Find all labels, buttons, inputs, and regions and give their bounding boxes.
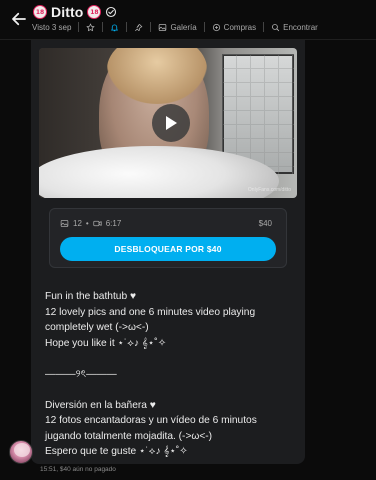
message-line — [45, 382, 295, 398]
purchases-label: Compras — [223, 22, 257, 32]
pin-icon — [135, 23, 143, 31]
video-duration: 6:17 — [105, 219, 122, 228]
gallery-label: Galería — [170, 22, 197, 32]
video-icon — [93, 220, 102, 227]
photo-count: 12 — [73, 219, 82, 228]
message-line: completely wet (->ω<-) — [45, 322, 149, 333]
gallery-button[interactable]: Galería — [158, 22, 197, 32]
message-line: 12 fotos encantadoras y un vídeo de 6 mi… — [45, 415, 257, 426]
star-icon — [86, 22, 96, 31]
divider — [78, 22, 80, 32]
message-line: jugando totalmente mojadita. (->ω<-) — [45, 430, 213, 442]
message-line: Diversión en la bañera ♥ — [45, 399, 156, 411]
play-button[interactable] — [152, 104, 190, 142]
media-counts: 12 • 6:17 — [60, 219, 121, 228]
favorite-button[interactable] — [86, 22, 96, 32]
image-icon — [60, 220, 69, 227]
divider — [102, 22, 104, 32]
message-bubble: OnlyFans.com/ditto 12 • 6:17 $40 DESBLOQ… — [31, 40, 305, 464]
chat-header: 18 Ditto 18 Visto 3 sep Galería Compras — [0, 0, 376, 40]
price-tag: $40 — [259, 219, 276, 228]
search-button[interactable]: Encontrar — [271, 23, 318, 32]
message-line: Hope you like it ⋆˙⟡♪ 𝄞⋆˚✧ — [45, 337, 167, 349]
last-seen-text: Visto 3 sep — [32, 22, 72, 32]
locked-content-box: 12 • 6:17 $40 DESBLOQUEAR POR $40 — [49, 208, 287, 268]
adult-badge-icon: 18 — [33, 5, 47, 19]
pin-button[interactable] — [134, 23, 143, 32]
message-line: Espero que te guste ⋆˙⟡♪ 𝄞⋆˚✧ — [45, 446, 188, 457]
gallery-icon — [159, 23, 167, 31]
divider — [150, 22, 152, 32]
message-text: Fun in the bathtub ♥ 12 lovely pics and … — [45, 289, 295, 460]
message-line: 12 lovely pics and one 6 minutes video p… — [45, 306, 256, 318]
price-value: $40 — [258, 219, 272, 228]
divider — [263, 22, 265, 32]
purchases-icon — [212, 23, 220, 31]
media-preview[interactable]: OnlyFans.com/ditto — [39, 48, 297, 198]
bell-icon — [111, 23, 119, 31]
divider — [126, 22, 128, 32]
purchases-button[interactable]: Compras — [212, 23, 256, 32]
message-line — [45, 351, 295, 367]
chat-title[interactable]: Ditto — [51, 4, 83, 20]
play-icon — [166, 116, 177, 130]
unlock-button[interactable]: DESBLOQUEAR POR $40 — [60, 237, 276, 261]
chat-subheader: Visto 3 sep Galería Compras Encontrar — [32, 21, 318, 33]
adult-badge-icon: 18 — [87, 5, 102, 19]
avatar[interactable] — [9, 440, 33, 464]
verified-check-icon — [106, 6, 117, 18]
media-watermark: OnlyFans.com/ditto — [247, 187, 291, 193]
message-meta: 15:51, $40 aún no pagado — [40, 466, 116, 473]
search-label: Encontrar — [283, 22, 318, 32]
dot-separator: • — [85, 219, 89, 228]
message-divider-line: ———୨ৎ——— — [45, 368, 117, 380]
chat-title-row: 18 Ditto 18 — [33, 3, 117, 21]
notifications-button[interactable] — [110, 23, 119, 32]
divider — [203, 22, 205, 32]
message-line: Fun in the bathtub ♥ — [45, 291, 137, 302]
search-icon — [272, 23, 280, 31]
avatar-highlight — [14, 443, 30, 457]
back-arrow-icon[interactable] — [10, 10, 28, 28]
